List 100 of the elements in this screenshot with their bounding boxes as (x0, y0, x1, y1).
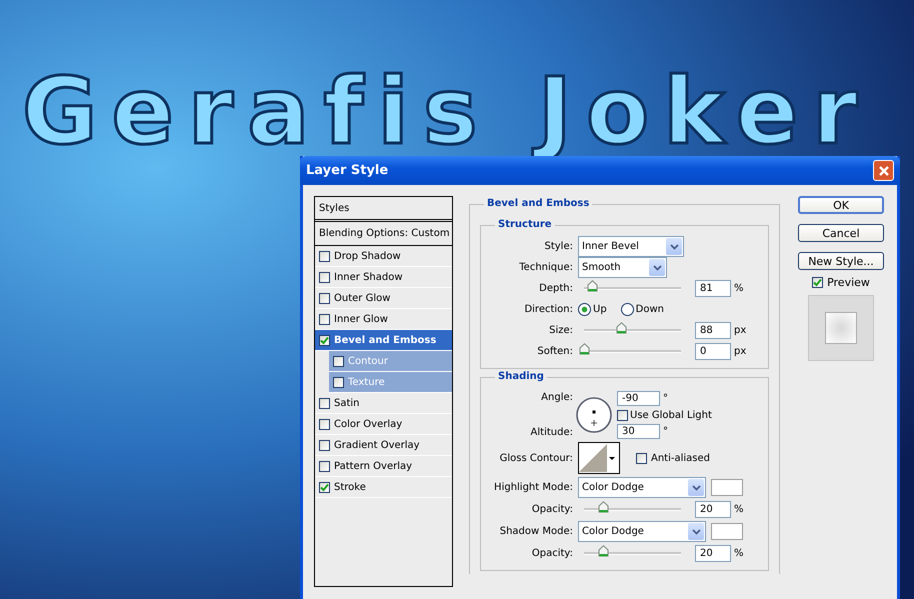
list-item[interactable]: Bevel and Emboss (315, 330, 452, 351)
checkbox[interactable] (319, 250, 330, 262)
slider-thumb[interactable] (586, 280, 598, 292)
checkbox[interactable] (319, 272, 330, 282)
field-label: Soften: (536, 346, 574, 357)
checkbox[interactable] (319, 314, 330, 324)
list-item[interactable]: Drop Shadow (315, 246, 452, 267)
angle-dial-icon (575, 396, 613, 434)
checkbox[interactable] (319, 440, 330, 450)
dialog-button[interactable]: New Style... (798, 252, 884, 270)
checkbox[interactable] (617, 410, 628, 420)
unit-label: % (734, 283, 744, 294)
list-item[interactable]: Pattern Overlay (315, 456, 452, 477)
color-swatch[interactable] (711, 523, 743, 540)
checkbox[interactable] (319, 334, 330, 346)
chevron-icon (692, 484, 700, 490)
number-field[interactable]: 81 (695, 280, 731, 297)
field-label: Highlight Mode: (493, 482, 574, 493)
number-field[interactable]: 20 (695, 501, 731, 518)
canvas-text: Gerafis Joker (22, 70, 872, 154)
contour-curve-icon (579, 444, 607, 472)
number-field[interactable]: 20 (695, 545, 731, 562)
dropdown[interactable]: Smooth (578, 257, 667, 278)
checkbox[interactable] (812, 277, 824, 288)
field-label: Angle: (540, 392, 574, 403)
slider-thumb[interactable] (579, 343, 590, 355)
section-title: Bevel and Emboss (484, 198, 592, 209)
slider-thumb[interactable] (598, 545, 610, 557)
checkbox[interactable] (319, 482, 330, 492)
field-label: Opacity: (530, 504, 574, 515)
dropdown[interactable]: Color Dodge (578, 477, 706, 498)
list-item[interactable]: Color Overlay (315, 414, 452, 435)
dropdown[interactable]: Inner Bevel (578, 236, 684, 257)
radio-button[interactable] (620, 303, 634, 316)
field-label: Style: (544, 241, 574, 252)
field-label: Depth: (538, 283, 574, 294)
field-label: Gloss Contour: (498, 452, 574, 464)
number-field[interactable]: 30 (617, 424, 660, 439)
dropdown[interactable]: Color Dodge (578, 521, 706, 542)
list-item[interactable]: Stroke (315, 477, 452, 498)
checkbox[interactable] (636, 452, 647, 464)
item-label: Texture (348, 376, 385, 388)
close-button[interactable] (873, 160, 894, 181)
checkbox[interactable] (319, 398, 330, 408)
item-label: Stroke (334, 482, 366, 492)
radio-label: Up (593, 304, 607, 315)
chevron-icon (670, 244, 678, 250)
field-label: Direction: (523, 304, 574, 315)
checkbox[interactable] (333, 356, 344, 366)
field-label: Shadow Mode: (498, 526, 574, 537)
item-label: Drop Shadow (334, 250, 401, 262)
checkbox[interactable] (319, 292, 330, 304)
unit-label: % (734, 548, 744, 559)
checkbox-label: Use Global Light (630, 410, 712, 420)
checkbox[interactable] (319, 418, 330, 430)
item-label: Pattern Overlay (334, 460, 412, 472)
item-label: Outer Glow (334, 292, 390, 304)
chevron-icon (652, 264, 662, 270)
item-label: Contour (348, 356, 388, 366)
caret-icon (609, 456, 615, 460)
field-label: Size: (548, 325, 574, 336)
field-label: Altitude: (530, 427, 574, 438)
chevron-icon (692, 528, 700, 534)
slider-thumb[interactable] (598, 501, 610, 513)
checkbox[interactable] (319, 460, 330, 472)
number-field[interactable]: 88 (695, 322, 731, 339)
item-label: Satin (334, 398, 360, 408)
number-field[interactable]: -90 (617, 391, 660, 406)
item-label: Bevel and Emboss (334, 334, 436, 346)
checkbox-label: Preview (827, 276, 870, 289)
list-item[interactable]: Satin (315, 393, 452, 414)
group-title: Structure (495, 219, 555, 230)
radio-label: Down (636, 304, 664, 315)
checkbox[interactable] (333, 376, 344, 388)
contour-picker[interactable] (578, 442, 620, 474)
unit-label: ° (663, 393, 668, 404)
dialog-button[interactable]: OK (798, 196, 884, 214)
item-label: Gradient Overlay (334, 440, 420, 450)
list-item[interactable]: Outer Glow (315, 288, 452, 309)
close-icon (878, 164, 890, 176)
number-field[interactable]: 0 (695, 343, 731, 360)
checkbox-label: Anti-aliased (651, 452, 710, 464)
window-title: Layer Style (306, 163, 388, 178)
slider-thumb[interactable] (616, 322, 627, 334)
list-item[interactable]: Inner Shadow (315, 267, 452, 288)
field-label: Technique: (518, 262, 574, 273)
list-item[interactable]: Gradient Overlay (315, 435, 452, 456)
unit-label: ° (663, 426, 668, 437)
item-label: Inner Shadow (334, 272, 403, 282)
unit-label: px (734, 325, 746, 336)
dialog-button[interactable]: Cancel (798, 224, 884, 242)
item-label: Color Overlay (334, 418, 402, 430)
unit-label: % (734, 504, 744, 515)
color-swatch[interactable] (711, 479, 743, 496)
field-label: Opacity: (530, 548, 574, 559)
unit-label: px (734, 346, 746, 357)
radio-button[interactable] (578, 303, 591, 316)
group-title: Shading (495, 371, 547, 382)
preview-swatch (825, 312, 857, 344)
item-label: Inner Glow (334, 314, 388, 324)
